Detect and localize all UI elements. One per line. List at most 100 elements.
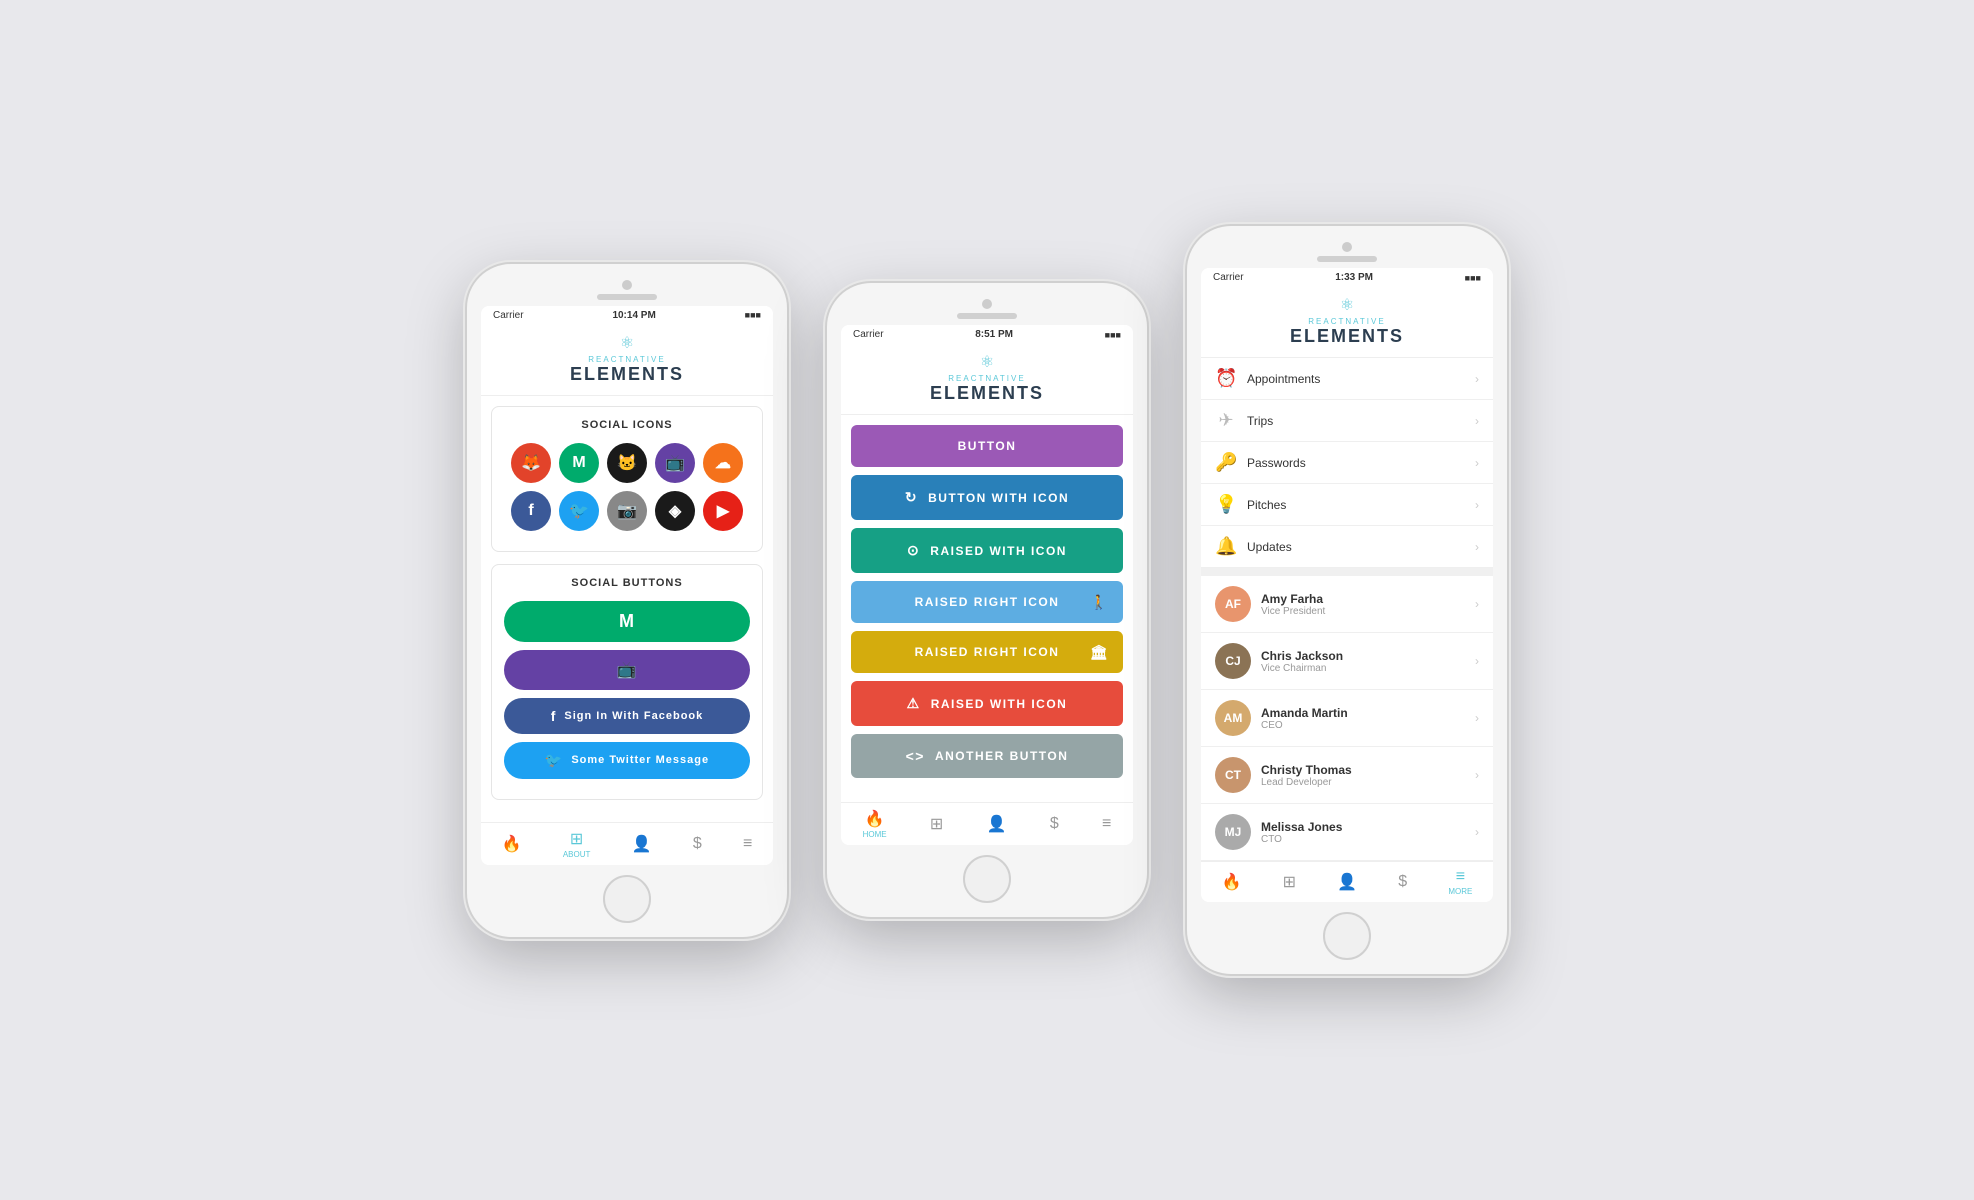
twitter-btn-label: Some Twitter Message [571,754,709,766]
twitch-icon[interactable]: 📺 [655,443,695,483]
pitches-chevron: › [1475,498,1479,512]
contact-amy[interactable]: AF Amy Farha Vice President › [1201,576,1493,633]
home-button-3[interactable] [1323,912,1371,960]
btn-another[interactable]: <> ANOTHER BUTTON [851,734,1123,778]
app-header-1: ⚛ REACTNATIVE ELEMENTS [481,325,773,396]
menu-nav-icon-1: ≡ [743,835,752,853]
amy-avatar: AF [1215,586,1251,622]
status-bar-3: Carrier 1:33 PM ■■■ [1201,268,1493,287]
btn-raised-icon[interactable]: ⊙ RAISED WITH ICON [851,528,1123,573]
logo-top-3: REACTNATIVE [1308,317,1385,326]
contact-melissa[interactable]: MJ Melissa Jones CTO › [1201,804,1493,861]
home-button-1[interactable] [603,875,651,923]
nav-home-2[interactable]: 🔥 HOME [863,809,887,839]
amanda-left: AM Amanda Martin CEO [1215,700,1348,736]
nav-profile-2[interactable]: 👤 [987,814,1007,834]
nav-dollar-3[interactable]: $ [1398,873,1407,891]
instagram-icon[interactable]: 📷 [607,491,647,531]
list-item-trips[interactable]: ✈ Trips › [1201,400,1493,442]
updates-chevron: › [1475,540,1479,554]
chris-avatar: CJ [1215,643,1251,679]
camera-2 [982,299,992,309]
contact-chris[interactable]: CJ Chris Jackson Vice Chairman › [1201,633,1493,690]
speaker-2 [957,313,1017,319]
twitter-btn[interactable]: 🐦 Some Twitter Message [504,742,750,779]
social-icons-section: SOCIAL ICONS 🦊 M 🐱 📺 ☁ f 🐦 📷 ◈ [491,406,763,552]
nav-menu-2[interactable]: ≡ [1102,815,1111,833]
btn-with-icon-label: BUTTON WITH ICON [928,491,1069,505]
gitlab-icon[interactable]: 🦊 [511,443,551,483]
amy-name: Amy Farha [1261,592,1325,606]
list-item-appointments[interactable]: ⏰ Appointments › [1201,358,1493,400]
list-item-updates[interactable]: 🔔 Updates › [1201,526,1493,568]
phone-3: Carrier 1:33 PM ■■■ ⚛ REACTNATIVE ELEMEN… [1187,226,1507,974]
codepen-icon[interactable]: ◈ [655,491,695,531]
twitter-icon[interactable]: 🐦 [559,491,599,531]
twitch-btn[interactable]: 📺 [504,650,750,690]
more-nav-icon-3: ≡ [1456,868,1465,886]
nav-bar-1: 🔥 ⊞ ABOUT 👤 $ ≡ [481,822,773,865]
nav-profile-3[interactable]: 👤 [1337,872,1357,892]
medium-btn[interactable]: M [504,601,750,642]
chris-name: Chris Jackson [1261,649,1343,663]
amy-initials: AF [1225,597,1241,611]
screen-1: Carrier 10:14 PM ■■■ ⚛ REACTNATIVE ELEME… [481,306,773,865]
social-icons-title: SOCIAL ICONS [504,419,750,431]
btn-with-icon[interactable]: ↻ BUTTON WITH ICON [851,475,1123,520]
list-item-pitches[interactable]: 💡 Pitches › [1201,484,1493,526]
logo-1: ⚛ REACTNATIVE ELEMENTS [570,333,684,385]
status-bar-2: Carrier 8:51 PM ■■■ [841,325,1133,344]
phone-top-2 [841,297,1133,319]
soundcloud-icon[interactable]: ☁ [703,443,743,483]
icon-row-1: 🦊 M 🐱 📺 ☁ [504,443,750,483]
facebook-icon[interactable]: f [511,491,551,531]
christy-left: CT Christy Thomas Lead Developer [1215,757,1352,793]
nav-home-3[interactable]: 🔥 [1222,872,1242,892]
nav-about-2[interactable]: ⊞ [930,814,943,834]
pitches-label: Pitches [1247,498,1286,512]
nav-profile-1[interactable]: 👤 [632,834,652,854]
trips-chevron: › [1475,414,1479,428]
contact-amanda[interactable]: AM Amanda Martin CEO › [1201,690,1493,747]
nav-home-1[interactable]: 🔥 [502,834,522,854]
melissa-left: MJ Melissa Jones CTO [1215,814,1342,850]
home-nav-label-2: HOME [863,830,887,839]
btn-raised-right-2[interactable]: RAISED RIGHT ICON 🏛 [851,631,1123,673]
youtube-icon[interactable]: ▶ [703,491,743,531]
logo-icon-2: ⚛ [980,352,994,372]
chris-left: CJ Chris Jackson Vice Chairman [1215,643,1343,679]
amanda-info: Amanda Martin CEO [1261,706,1348,731]
nav-about-1[interactable]: ⊞ ABOUT [563,829,591,859]
carrier-3: Carrier [1213,272,1244,283]
btn-raised-icon-label: RAISED WITH ICON [930,544,1067,558]
home-button-2[interactable] [963,855,1011,903]
nav-menu-1[interactable]: ≡ [743,835,752,853]
camera-1 [622,280,632,290]
btn-raised-right-1-icon: 🚶 [1090,594,1109,611]
pitches-left: 💡 Pitches [1215,494,1286,515]
amanda-chevron: › [1475,711,1479,725]
speaker-3 [1317,256,1377,262]
nav-about-3[interactable]: ⊞ [1283,872,1296,892]
btn-raised-with-icon[interactable]: ⚠ RAISED WITH ICON [851,681,1123,726]
updates-label: Updates [1247,540,1292,554]
phone-1: Carrier 10:14 PM ■■■ ⚛ REACTNATIVE ELEME… [467,264,787,937]
btn-raised-right-1[interactable]: RAISED RIGHT ICON 🚶 [851,581,1123,623]
medium-icon[interactable]: M [559,443,599,483]
home-nav-icon-1: 🔥 [502,834,522,854]
contact-christy[interactable]: CT Christy Thomas Lead Developer › [1201,747,1493,804]
facebook-btn[interactable]: f Sign In With Facebook [504,698,750,734]
list-item-passwords[interactable]: 🔑 Passwords › [1201,442,1493,484]
github-icon[interactable]: 🐱 [607,443,647,483]
logo-bottom-3: ELEMENTS [1290,326,1404,347]
melissa-name: Melissa Jones [1261,820,1342,834]
nav-dollar-1[interactable]: $ [693,835,702,853]
nav-dollar-2[interactable]: $ [1050,815,1059,833]
profile-nav-icon-2: 👤 [987,814,1007,834]
btn-button[interactable]: BUTTON [851,425,1123,467]
nav-more-3[interactable]: ≡ MORE [1448,868,1472,896]
chris-initials: CJ [1225,654,1240,668]
about-nav-icon-1: ⊞ [570,829,583,849]
buttons-content: BUTTON ↻ BUTTON WITH ICON ⊙ RAISED WITH … [841,415,1133,802]
home-nav-icon-3: 🔥 [1222,872,1242,892]
